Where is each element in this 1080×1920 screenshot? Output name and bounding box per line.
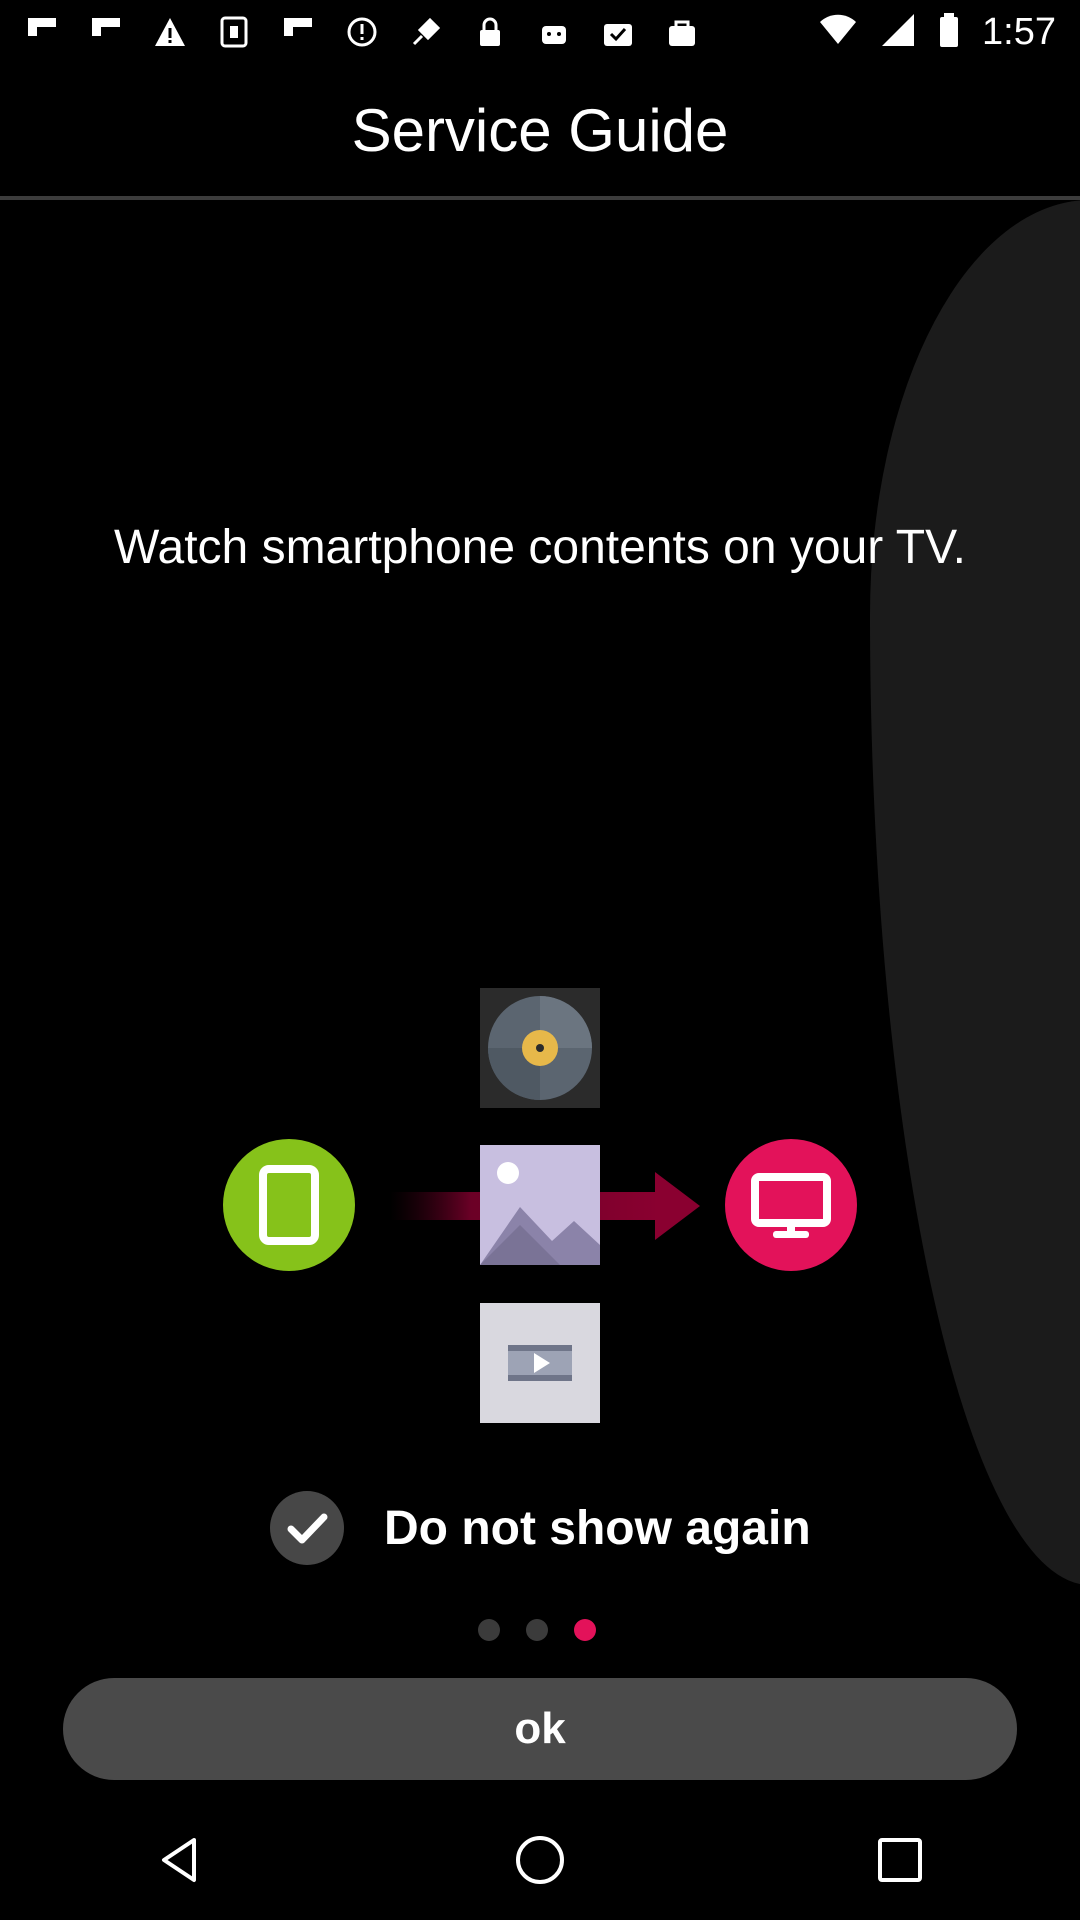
page-dot-1 [478, 1619, 500, 1641]
video-icon [480, 1303, 600, 1423]
flipboard-icon-2 [88, 14, 124, 50]
fake-gps-icon [408, 14, 444, 50]
home-button[interactable] [510, 1830, 570, 1890]
guide-message: Watch smartphone contents on your TV. [113, 521, 967, 574]
android-icon [536, 14, 572, 50]
lock-icon [472, 14, 508, 50]
background-curve [870, 200, 1080, 1585]
warning-icon [152, 14, 188, 50]
app-header: Service Guide [0, 64, 1080, 196]
do-not-show-again-label[interactable]: Do not show again [384, 1501, 811, 1556]
do-not-show-again-checkbox[interactable] [270, 1491, 344, 1565]
navigation-bar [0, 1800, 1080, 1920]
app-icon [216, 14, 252, 50]
page-indicator [478, 1619, 596, 1641]
video-tile [480, 1303, 600, 1423]
tv-circle [725, 1139, 857, 1271]
flipboard-icon-3 [280, 14, 316, 50]
status-bar: 1:57 [0, 0, 1080, 64]
recents-icon [878, 1838, 922, 1882]
checkmark-icon [287, 1513, 328, 1544]
ok-button[interactable]: ok [63, 1678, 1017, 1780]
do-not-show-again-option[interactable]: Do not show again [270, 1488, 811, 1568]
tv-icon [751, 1173, 831, 1238]
image-icon [480, 1145, 600, 1265]
battery-icon [938, 12, 960, 53]
status-time: 1:57 [982, 10, 1056, 53]
page-dot-2 [526, 1619, 548, 1641]
recents-button[interactable] [870, 1830, 930, 1890]
music-disc-icon [488, 996, 592, 1100]
header-divider [0, 196, 1080, 200]
image-tile [480, 1145, 600, 1265]
wifi-icon [818, 12, 858, 53]
status-icons-left [24, 14, 700, 50]
smartphone-circle [223, 1139, 355, 1271]
checkbox-icon [600, 14, 636, 50]
page-title: Service Guide [351, 96, 729, 164]
page-dot-3 [574, 1619, 596, 1641]
status-right: 1:57 [818, 11, 1056, 54]
home-icon [516, 1836, 564, 1884]
music-tile [480, 988, 600, 1108]
signal-icon [880, 12, 916, 53]
alert-icon [344, 14, 380, 50]
bag-icon [664, 14, 700, 50]
smartphone-icon [259, 1165, 319, 1245]
flipboard-icon [24, 14, 60, 50]
back-icon [162, 1838, 196, 1882]
back-button[interactable] [150, 1830, 210, 1890]
